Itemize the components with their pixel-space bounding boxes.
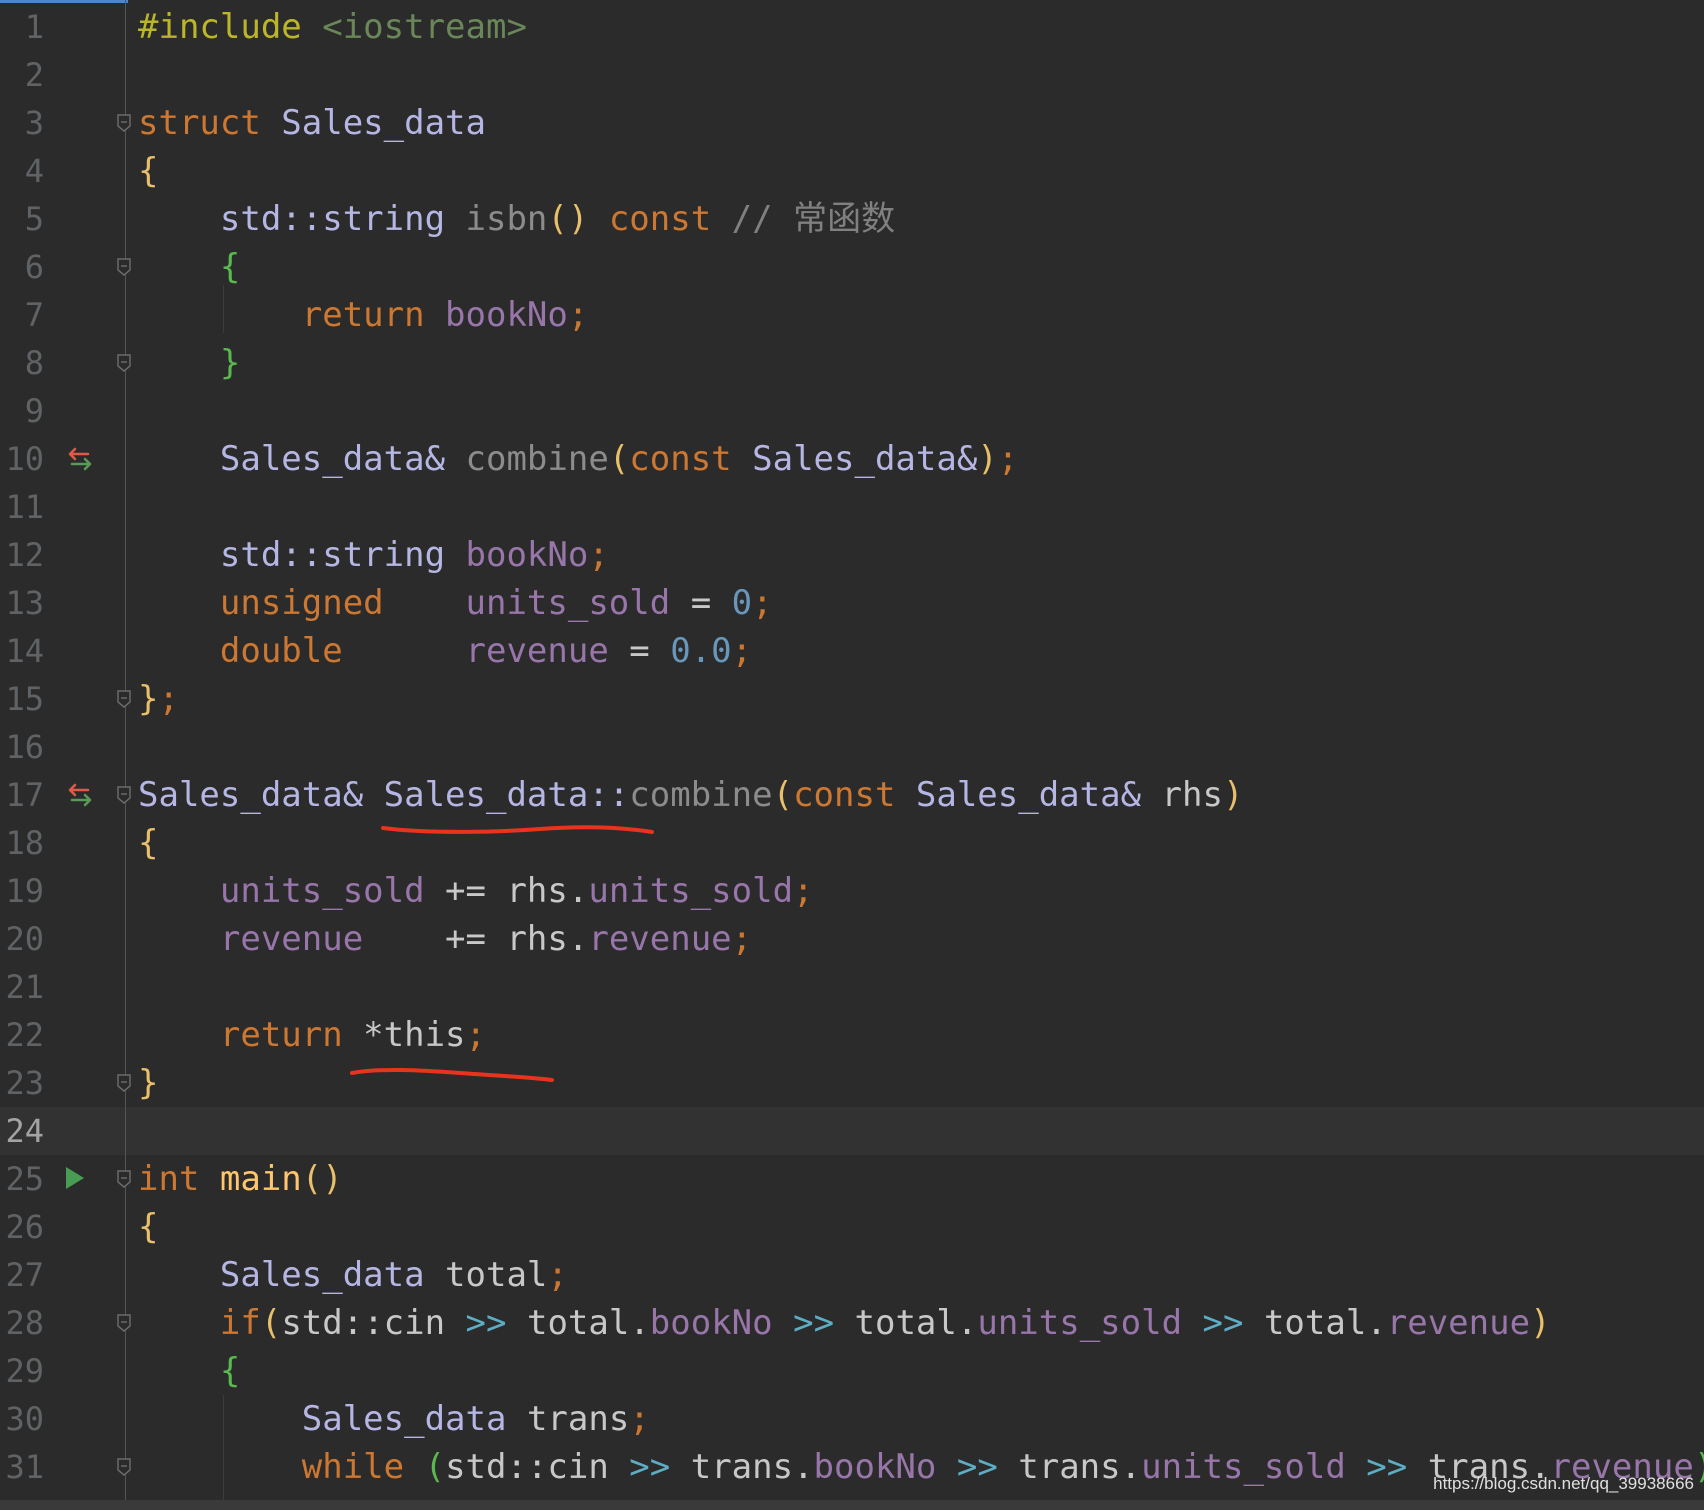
watermark: https://blog.csdn.net/qq_39938666 [1433, 1474, 1694, 1493]
bottom-strip [0, 1500, 1704, 1510]
underline-return-this [350, 1067, 554, 1082]
annotation-underlines [350, 825, 654, 1082]
code-editor[interactable]: 1 #include <iostream> 2 3 struct Sales_data 4… [0, 0, 1704, 1510]
underline-sales-data-scope [381, 825, 654, 834]
